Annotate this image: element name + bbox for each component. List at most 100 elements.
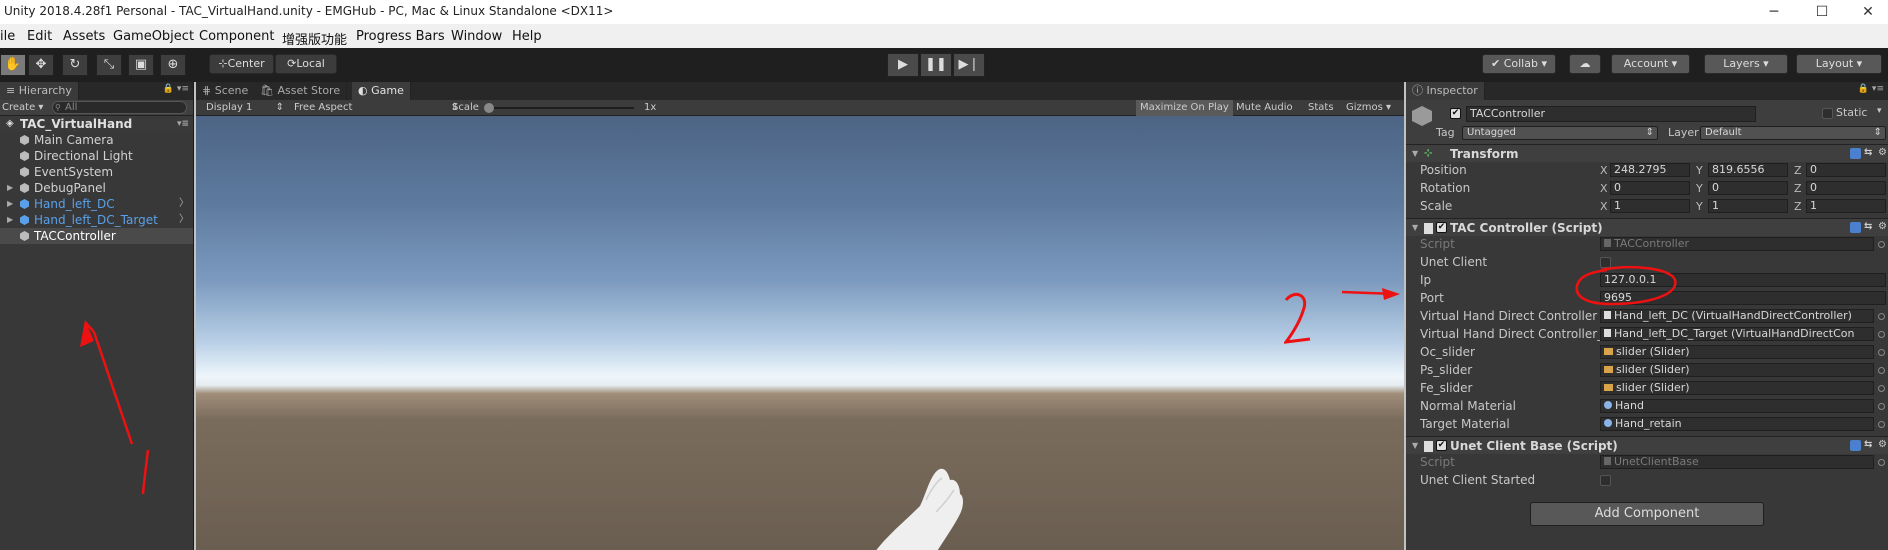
menu-window[interactable]: Window	[451, 29, 502, 44]
add-component-button[interactable]: Add Component	[1530, 502, 1764, 526]
hierarchy-item-debug-panel[interactable]: ▶ DebugPanel	[0, 180, 193, 196]
tag-dropdown[interactable]: Untagged ⇕	[1462, 126, 1658, 140]
aspect-dropdown[interactable]: Free Aspect ⇕	[294, 100, 459, 116]
prefab-open-icon[interactable]: 〉	[179, 212, 189, 228]
fold-arrow-icon[interactable]: ▼	[1412, 437, 1418, 455]
expand-arrow-icon[interactable]: ▶	[7, 212, 13, 228]
scale-z-field[interactable]: 1	[1806, 199, 1886, 213]
layout-dropdown[interactable]: Layout ▾	[1796, 54, 1882, 74]
account-dropdown[interactable]: Account ▾	[1611, 54, 1690, 74]
play-button[interactable]: ▶	[887, 53, 919, 77]
gizmos-dropdown[interactable]: Gizmos ▾	[1342, 100, 1395, 116]
vhdc-target-field[interactable]: Hand_left_DC_Target (VirtualHandDirectCo…	[1600, 327, 1874, 341]
component-enabled-checkbox[interactable]: ✔	[1436, 222, 1447, 233]
tab-asset-store[interactable]: 🛍 Asset Store	[254, 82, 348, 100]
position-y-field[interactable]: 819.6556	[1708, 163, 1788, 177]
settings-gear-icon[interactable]: ⚙	[1878, 440, 1888, 451]
tab-game[interactable]: ◐ Game	[352, 82, 411, 100]
object-picker-icon[interactable]	[1878, 331, 1885, 338]
hierarchy-item-hand-left-dc-target[interactable]: ▶ Hand_left_DC_Target 〉	[0, 212, 193, 228]
create-dropdown[interactable]: Create ▾	[2, 100, 43, 115]
game-viewport[interactable]	[196, 116, 1404, 550]
scale-y-field[interactable]: 1	[1708, 199, 1788, 213]
hierarchy-item-main-camera[interactable]: Main Camera	[0, 132, 193, 148]
help-icon[interactable]	[1850, 440, 1861, 451]
expand-arrow-icon[interactable]: ▶	[7, 180, 13, 196]
hand-tool-icon[interactable]: ✋	[0, 54, 26, 76]
object-picker-icon[interactable]	[1878, 313, 1885, 320]
stats-toggle[interactable]: Stats	[1304, 100, 1338, 116]
menu-assets[interactable]: Assets	[63, 29, 105, 44]
object-name-field[interactable]: TACController	[1466, 106, 1756, 122]
object-picker-icon[interactable]	[1878, 421, 1885, 428]
prefab-open-icon[interactable]: 〉	[179, 196, 189, 212]
object-picker-icon[interactable]	[1878, 403, 1885, 410]
rotation-z-field[interactable]: 0	[1806, 181, 1886, 195]
position-z-field[interactable]: 0	[1806, 163, 1886, 177]
menu-gameobject[interactable]: GameObject	[113, 29, 194, 44]
hierarchy-search-input[interactable]: ⚲ All	[52, 101, 187, 114]
rect-tool-icon[interactable]: ▣	[128, 54, 154, 76]
layer-dropdown[interactable]: Default ⇕	[1700, 126, 1886, 140]
close-button[interactable]: ✕	[1846, 0, 1888, 24]
menu-component[interactable]: Component	[199, 29, 274, 44]
tab-hierarchy[interactable]: ≡ Hierarchy	[0, 82, 79, 100]
fe-slider-field[interactable]: slider (Slider)	[1600, 381, 1874, 395]
static-checkbox[interactable]	[1822, 108, 1833, 119]
pivot-local-toggle[interactable]: ⟳Local	[275, 54, 337, 74]
transform-component-header[interactable]: ▼ ⊹ Transform ⇆ ⚙	[1406, 144, 1888, 162]
menu-enhanced-features[interactable]: 增强版功能	[282, 29, 347, 48]
hierarchy-item-event-system[interactable]: EventSystem	[0, 164, 193, 180]
transform-tool-icon[interactable]: ⊕	[160, 54, 186, 76]
pivot-center-toggle[interactable]: ⊹Center	[209, 54, 274, 74]
menu-edit[interactable]: Edit	[27, 29, 52, 44]
help-icon[interactable]	[1850, 148, 1861, 159]
hierarchy-item-hand-left-dc[interactable]: ▶ Hand_left_DC 〉	[0, 196, 193, 212]
move-tool-icon[interactable]: ✥	[28, 54, 54, 76]
scale-slider[interactable]	[484, 100, 634, 116]
menu-help[interactable]: Help	[512, 29, 542, 44]
scale-x-field[interactable]: 1	[1610, 199, 1690, 213]
object-picker-icon[interactable]	[1878, 349, 1885, 356]
settings-gear-icon[interactable]: ⚙	[1878, 148, 1888, 159]
tab-scene[interactable]: ⋕ Scene	[196, 82, 256, 100]
tac-controller-component-header[interactable]: ▼ ✔ TAC Controller (Script) ⇆ ⚙	[1406, 218, 1888, 236]
vhdc-field[interactable]: Hand_left_DC (VirtualHandDirectControlle…	[1600, 309, 1874, 323]
preset-icon[interactable]: ⇆	[1864, 148, 1875, 159]
mute-audio-toggle[interactable]: Mute Audio	[1232, 100, 1297, 116]
rotation-x-field[interactable]: 0	[1610, 181, 1690, 195]
panel-menu-icon[interactable]: 🔒 ▾≡	[1858, 84, 1884, 94]
fold-arrow-icon[interactable]: ▼	[1412, 145, 1418, 163]
unet-client-base-component-header[interactable]: ▼ ✔ Unet Client Base (Script) ⇆ ⚙	[1406, 436, 1888, 454]
fold-arrow-icon[interactable]: ▼	[1412, 219, 1418, 237]
object-picker-icon[interactable]	[1878, 367, 1885, 374]
rotation-y-field[interactable]: 0	[1708, 181, 1788, 195]
display-dropdown[interactable]: Display 1 ⇕	[206, 100, 284, 116]
preset-icon[interactable]: ⇆	[1864, 222, 1875, 233]
tab-inspector[interactable]: ⓘ Inspector	[1406, 82, 1485, 100]
hierarchy-item-directional-light[interactable]: Directional Light	[0, 148, 193, 164]
layers-dropdown[interactable]: Layers ▾	[1704, 54, 1788, 74]
rotate-tool-icon[interactable]: ↻	[62, 54, 88, 76]
help-icon[interactable]	[1850, 222, 1861, 233]
unet-client-started-checkbox[interactable]	[1600, 475, 1611, 486]
ps-slider-field[interactable]: slider (Slider)	[1600, 363, 1874, 377]
active-checkbox[interactable]: ✔	[1450, 108, 1461, 119]
normal-material-field[interactable]: Hand	[1600, 399, 1874, 413]
minimize-button[interactable]: ─	[1752, 0, 1796, 24]
step-button[interactable]: ▶❘	[953, 53, 985, 77]
object-picker-icon[interactable]	[1878, 459, 1885, 466]
maximize-button[interactable]: ☐	[1800, 0, 1844, 24]
pause-button[interactable]: ❚❚	[920, 53, 952, 77]
scene-menu-icon[interactable]: ▾≡	[177, 116, 189, 132]
object-picker-icon[interactable]	[1878, 385, 1885, 392]
panel-menu-icon[interactable]: 🔒 ▾≡	[163, 84, 189, 94]
collab-dropdown[interactable]: ✔ Collab ▾	[1482, 54, 1556, 74]
settings-gear-icon[interactable]: ⚙	[1878, 222, 1888, 233]
object-picker-icon[interactable]	[1878, 241, 1885, 248]
maximize-on-play-toggle[interactable]: Maximize On Play	[1136, 100, 1233, 116]
oc-slider-field[interactable]: slider (Slider)	[1600, 345, 1874, 359]
cloud-button[interactable]: ☁	[1569, 54, 1601, 74]
expand-arrow-icon[interactable]: ▶	[7, 196, 13, 212]
component-enabled-checkbox[interactable]: ✔	[1436, 440, 1447, 451]
